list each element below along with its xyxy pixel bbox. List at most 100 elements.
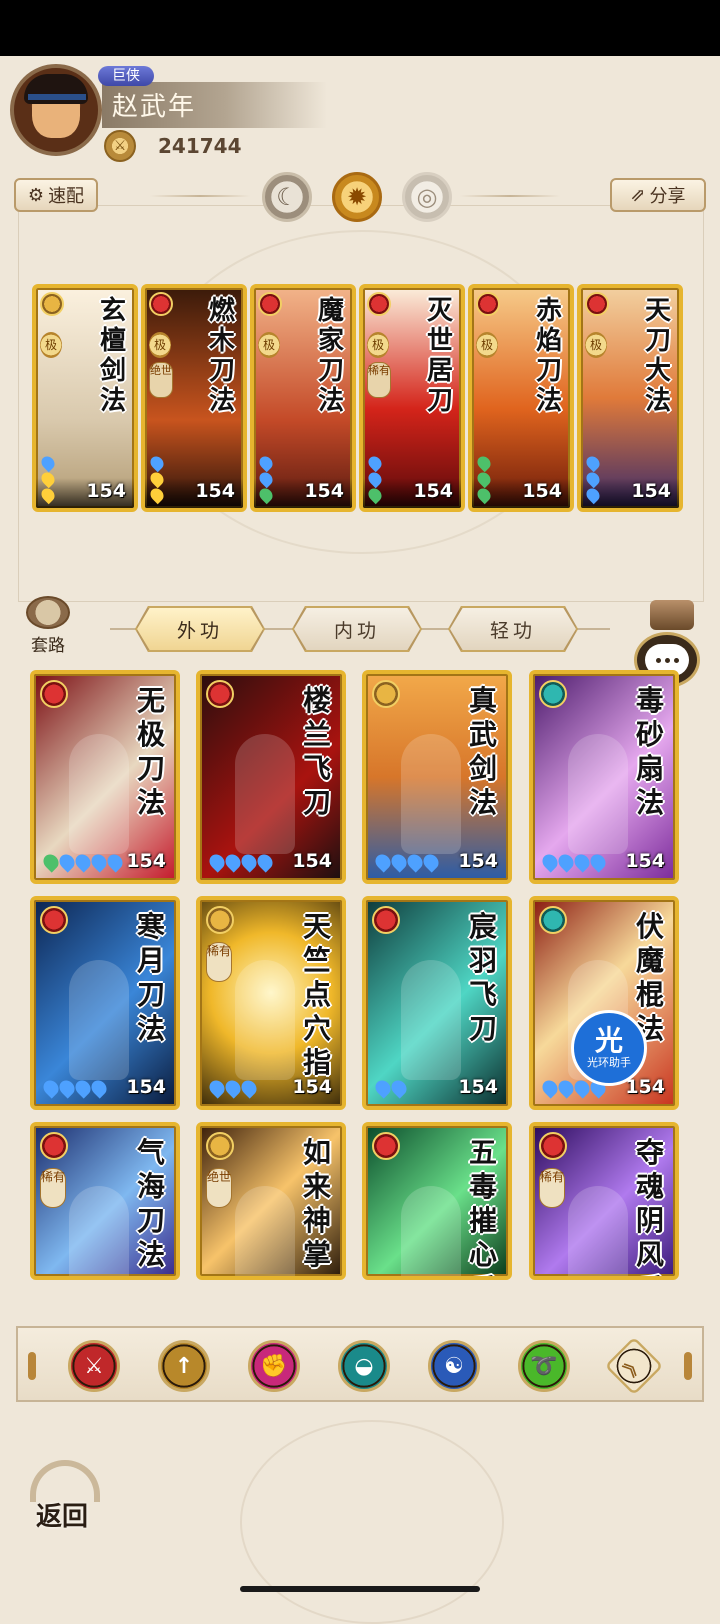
pip-icon [104,851,126,873]
character-figure [568,734,628,854]
character-figure [69,734,129,854]
routine-label: 套路 [31,636,65,656]
rarity-badge: 稀有 [539,1168,565,1208]
skill-type-icon [206,1132,234,1160]
grade-badge: 极 [258,332,280,358]
back-label: 返回 [36,1502,89,1532]
character-figure [235,960,295,1080]
ring-icon[interactable]: ◎ [402,172,452,222]
skill-card[interactable]: 毒砂扇法 154 [529,670,679,884]
skill-level: 154 [126,1076,166,1098]
power-icon: ⚔ [104,130,136,162]
skill-card[interactable]: 宸羽飞刀 154 [362,896,512,1110]
fist-filter-icon[interactable]: ✊ [248,1340,300,1392]
tab-inner-skill[interactable]: 内功 [294,608,420,650]
skill-level: 154 [304,480,344,502]
skill-card[interactable]: 五毒摧心爪 [362,1122,512,1280]
helper-badge-label: 光环助手 [587,1056,631,1069]
sun-icon[interactable]: ✹ [332,172,382,222]
share-icon: ⇗ [630,184,646,206]
star-pips [474,453,494,505]
avatar[interactable] [10,64,102,156]
star-pips [539,851,609,873]
pip-icon [238,1077,260,1099]
character-figure [568,1186,628,1276]
quick-config-button[interactable]: ⚙ 速配 [14,178,98,212]
skill-card[interactable]: 无极刀法 154 [30,670,180,884]
star-pips [256,453,276,505]
home-indicator [240,1586,480,1592]
quick-config-label: 速配 [48,186,85,207]
skill-type-icon [585,292,609,316]
equipped-skill-card[interactable]: 极 魔家刀法 154 [250,284,356,512]
skill-type-icon [372,1132,400,1160]
equipped-skill-card[interactable]: 极稀有 灭世居刀 154 [359,284,465,512]
skill-type-icon [206,680,234,708]
pip-icon [365,453,385,473]
share-button[interactable]: ⇗ 分享 [610,178,706,212]
tab-outer-skill[interactable]: 外功 [137,608,263,650]
book-icon[interactable] [650,600,694,630]
skill-level: 154 [625,1076,665,1098]
star-pips [38,453,58,505]
grade-badge: 极 [40,332,62,358]
back-button[interactable]: 返回 [30,1460,110,1532]
skill-name: 赤焰刀法 [535,296,562,416]
character-figure [401,734,461,854]
whip-filter-icon[interactable]: ➰ [518,1340,570,1392]
equipped-skill-card[interactable]: 极 玄檀剑法 154 [32,284,138,512]
pip-icon [583,453,603,473]
skill-card[interactable]: 寒月刀法 154 [30,896,180,1110]
rank-badge: 巨侠 [98,66,154,86]
share-label: 分享 [649,186,686,207]
skill-level: 154 [458,850,498,872]
pip-icon [474,453,494,473]
equipped-skill-card[interactable]: 极 赤焰刀法 154 [468,284,574,512]
skill-level: 154 [292,1076,332,1098]
taiji-filter-icon[interactable]: ☯ [428,1340,480,1392]
skill-name: 如来神掌 [302,1136,331,1271]
pip-icon [147,453,167,473]
equipped-skill-card[interactable]: 极 天刀大法 154 [577,284,683,512]
pip-icon [88,1077,110,1099]
star-pips [372,1077,410,1099]
skill-name: 玄檀剑法 [99,296,126,416]
routine-button[interactable]: 套路 [22,596,74,656]
skill-level: 154 [86,480,126,502]
decorative-cloud-bottom [240,1420,504,1624]
star-pips [206,1077,260,1099]
spear-filter-icon[interactable]: ↑ [158,1340,210,1392]
skill-card[interactable]: 稀有 气海刀法 [30,1122,180,1280]
star-pips [206,851,276,873]
power-value: 241744 [158,134,242,158]
skill-name: 毒砂扇法 [635,684,664,819]
skill-type-icon [372,906,400,934]
moon-icon[interactable]: ☾ [262,172,312,222]
character-figure [401,960,461,1080]
filter-bar-knob-left [28,1352,36,1380]
grade-badge: 极 [585,332,607,358]
skill-card[interactable]: 真武剑法 154 [362,670,512,884]
equipped-skill-card[interactable]: 极绝世 燃木刀法 154 [141,284,247,512]
star-pips [40,1077,110,1099]
skill-card[interactable]: 绝世 如来神掌 [196,1122,346,1280]
skill-card[interactable]: 楼兰飞刀 154 [196,670,346,884]
sword-filter-icon[interactable]: ⚔ [68,1340,120,1392]
skill-level: 154 [126,850,166,872]
skill-card[interactable]: 伏魔棍法 154 光光环助手 [529,896,679,1110]
fan-filter-icon[interactable]: ◒ [338,1340,390,1392]
pip-icon [420,851,442,873]
skill-type-icon [539,906,567,934]
skill-name: 真武剑法 [468,684,497,819]
skill-level: 154 [292,850,332,872]
skill-name: 夺魂阴风爪 [635,1136,664,1276]
skill-card[interactable]: 稀有 天竺点穴指 154 [196,896,346,1110]
skill-name: 宸羽飞刀 [468,910,497,1045]
tab-light-skill[interactable]: 轻功 [450,608,576,650]
routine-icon [26,596,70,629]
grade-badge: 极 [149,332,171,358]
character-figure [235,734,295,854]
skill-type-icon [40,680,68,708]
helper-badge[interactable]: 光光环助手 [571,1010,647,1086]
skill-card[interactable]: 稀有 夺魂阴风爪 [529,1122,679,1280]
